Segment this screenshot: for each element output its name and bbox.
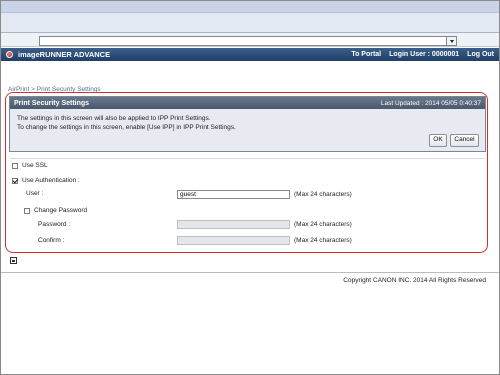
user-hint: (Max 24 characters) [294,191,352,198]
footer-divider [1,272,499,273]
use-ssl-row: Use SSL [12,162,48,169]
page-title: Print Security Settings [14,99,90,107]
address-field[interactable] [39,36,457,46]
user-label: User : [26,190,44,197]
change-password-checkbox[interactable] [24,207,30,214]
confirm-hint: (Max 24 characters) [294,237,352,244]
password-hint: (Max 24 characters) [294,221,352,228]
header-links: To Portal Login User : 0000001 Log Out [351,51,494,58]
use-authentication-label: Use Authentication : [22,177,80,184]
use-ssl-checkbox[interactable] [12,162,18,169]
print-security-panel: Print Security Settings Last Updated : 2… [9,96,486,152]
change-password-label: Change Password [34,207,88,214]
logout-link[interactable]: Log Out [467,51,494,58]
panel-message: The settings in this screen will also be… [10,109,485,151]
app-header: imageRUNNER ADVANCE To Portal Login User… [1,48,499,61]
divider [10,158,485,159]
address-dropdown-button[interactable] [446,37,456,45]
last-updated: Last Updated : 2014 05/05 0:40:37 [380,99,481,107]
message-line-2: To change the settings in this screen, e… [17,123,236,131]
ok-button[interactable]: OK [429,134,447,147]
print-icon[interactable] [10,257,17,264]
use-authentication-row: Use Authentication : [12,177,80,184]
browser-toolbar [1,13,499,33]
panel-header: Print Security Settings Last Updated : 2… [10,97,485,109]
to-portal-link[interactable]: To Portal [351,51,381,58]
canon-logo-icon [6,51,13,58]
use-ssl-label: Use SSL [22,162,48,169]
copyright: Copyright CANON INC. 2014 All Rights Res… [343,277,486,284]
message-line-1: The settings in this screen will also be… [17,115,211,122]
chevron-down-icon [449,39,454,43]
change-password-row: Change Password [24,207,87,214]
confirm-input[interactable] [177,236,290,245]
use-authentication-checkbox[interactable] [12,177,18,184]
password-label: Password : [38,221,71,228]
cancel-button[interactable]: Cancel [450,134,479,147]
brand-name: imageRUNNER ADVANCE [18,50,111,59]
browser-title-bar [1,1,499,13]
user-input[interactable]: guest [177,190,290,199]
confirm-label: Confirm : [38,237,65,244]
password-input[interactable] [177,220,290,229]
login-user-label: Login User : 0000001 [389,51,460,58]
